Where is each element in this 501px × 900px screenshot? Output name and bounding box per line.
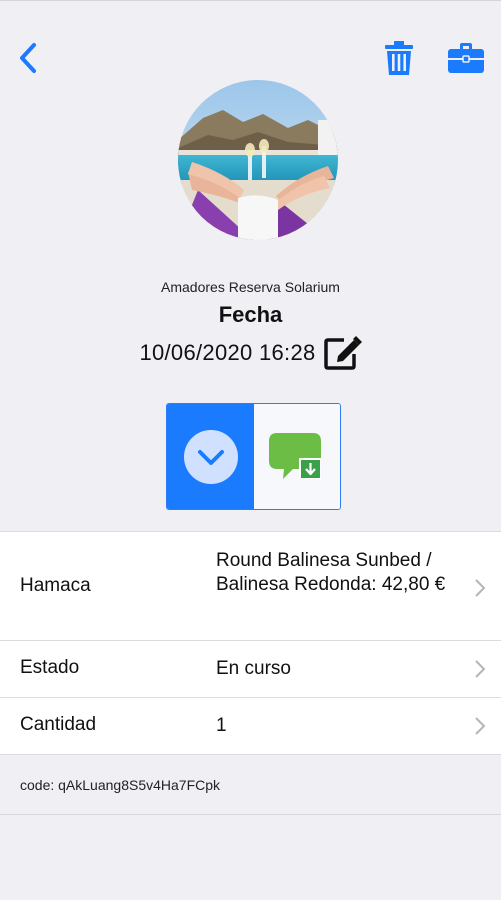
detail-label: Estado	[20, 657, 80, 678]
delete-button[interactable]	[380, 36, 418, 80]
trash-icon	[385, 41, 413, 75]
chevron-right-icon	[475, 579, 486, 597]
code-divider	[0, 814, 501, 815]
chevron-down-circle-icon	[183, 429, 238, 484]
date-label: Fecha	[218, 302, 283, 327]
venue-name: Amadores Reserva Solarium	[161, 279, 340, 295]
back-button[interactable]	[10, 36, 46, 80]
venue-photo	[178, 80, 338, 240]
detail-row-cantidad[interactable]: Cantidad 1	[0, 697, 501, 755]
expand-details-button[interactable]	[167, 404, 254, 509]
briefcase-icon	[448, 43, 484, 73]
chevron-left-icon	[20, 43, 36, 73]
top-divider	[0, 0, 501, 1]
details-list: Hamaca Round Balinesa Sunbed / Balinesa …	[0, 531, 501, 755]
action-segment	[166, 403, 341, 510]
detail-label: Hamaca	[20, 575, 91, 596]
detail-row-estado[interactable]: Estado En curso	[0, 640, 501, 697]
date-row: 10/06/2020 16:28	[0, 336, 501, 370]
reservation-code: code: qAkLuang8S5v4Ha7FCpk	[20, 777, 221, 793]
date-value: 10/06/2020 16:28	[139, 340, 316, 365]
download-chat-button[interactable]	[254, 404, 340, 509]
briefcase-button[interactable]	[444, 36, 488, 80]
detail-value: Round Balinesa Sunbed / Balinesa Redonda…	[216, 550, 446, 595]
detail-value: En curso	[216, 658, 291, 679]
chevron-right-icon	[475, 717, 486, 735]
detail-row-hamaca[interactable]: Hamaca Round Balinesa Sunbed / Balinesa …	[0, 531, 501, 640]
chevron-right-icon	[475, 660, 486, 678]
edit-icon	[323, 336, 362, 370]
detail-value: 1	[216, 715, 227, 736]
detail-label: Cantidad	[20, 714, 97, 735]
edit-date-button[interactable]	[323, 336, 362, 370]
chat-download-icon	[269, 432, 321, 479]
